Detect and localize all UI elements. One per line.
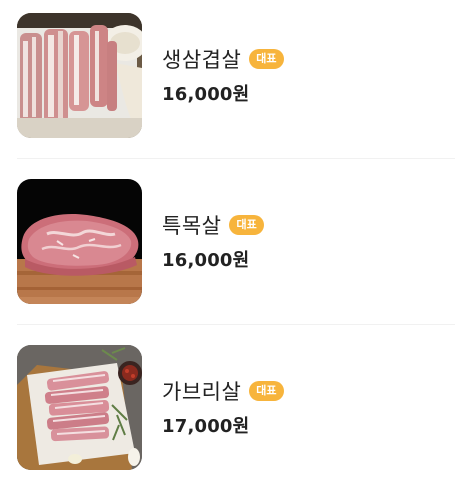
menu-item-price: 17,000원 [162, 416, 250, 437]
name-row: 생삼겹살 대표 [162, 44, 284, 74]
menu-item-pork-neck[interactable]: 특목살 대표 16,000원 [17, 178, 455, 304]
name-row: 특목살 대표 [162, 210, 264, 240]
name-row: 가브리살 대표 [162, 376, 284, 406]
pork-belly-image[interactable] [17, 12, 142, 138]
menu-item-price: 16,000원 [162, 84, 250, 105]
menu-item-price: 16,000원 [162, 250, 250, 271]
divider [17, 324, 455, 325]
pork-jowl-image-graphic [17, 344, 142, 470]
menu-item-info: 가브리살 대표 17,000원 [162, 376, 284, 438]
pork-jowl-image[interactable] [17, 344, 142, 470]
pork-belly-image-graphic [17, 12, 142, 138]
menu-item-info: 특목살 대표 16,000원 [162, 210, 264, 272]
menu-item-pork-jowl[interactable]: 가브리살 대표 17,000원 [17, 344, 455, 470]
pork-neck-image[interactable] [17, 178, 142, 304]
signature-badge: 대표 [229, 215, 264, 235]
menu-item-name: 특목살 [162, 214, 222, 238]
signature-badge: 대표 [249, 381, 284, 401]
menu-item-name: 가브리살 [162, 380, 242, 404]
divider [17, 158, 455, 159]
signature-badge: 대표 [249, 49, 284, 69]
menu-item-pork-belly[interactable]: 생삼겹살 대표 16,000원 [17, 12, 455, 138]
pork-neck-image-graphic [17, 178, 142, 304]
menu-list: 생삼겹살 대표 16,000원 특목살 대표 16,000원 가브리살 대표 1… [0, 0, 455, 487]
menu-item-info: 생삼겹살 대표 16,000원 [162, 44, 284, 106]
menu-item-name: 생삼겹살 [162, 48, 242, 72]
